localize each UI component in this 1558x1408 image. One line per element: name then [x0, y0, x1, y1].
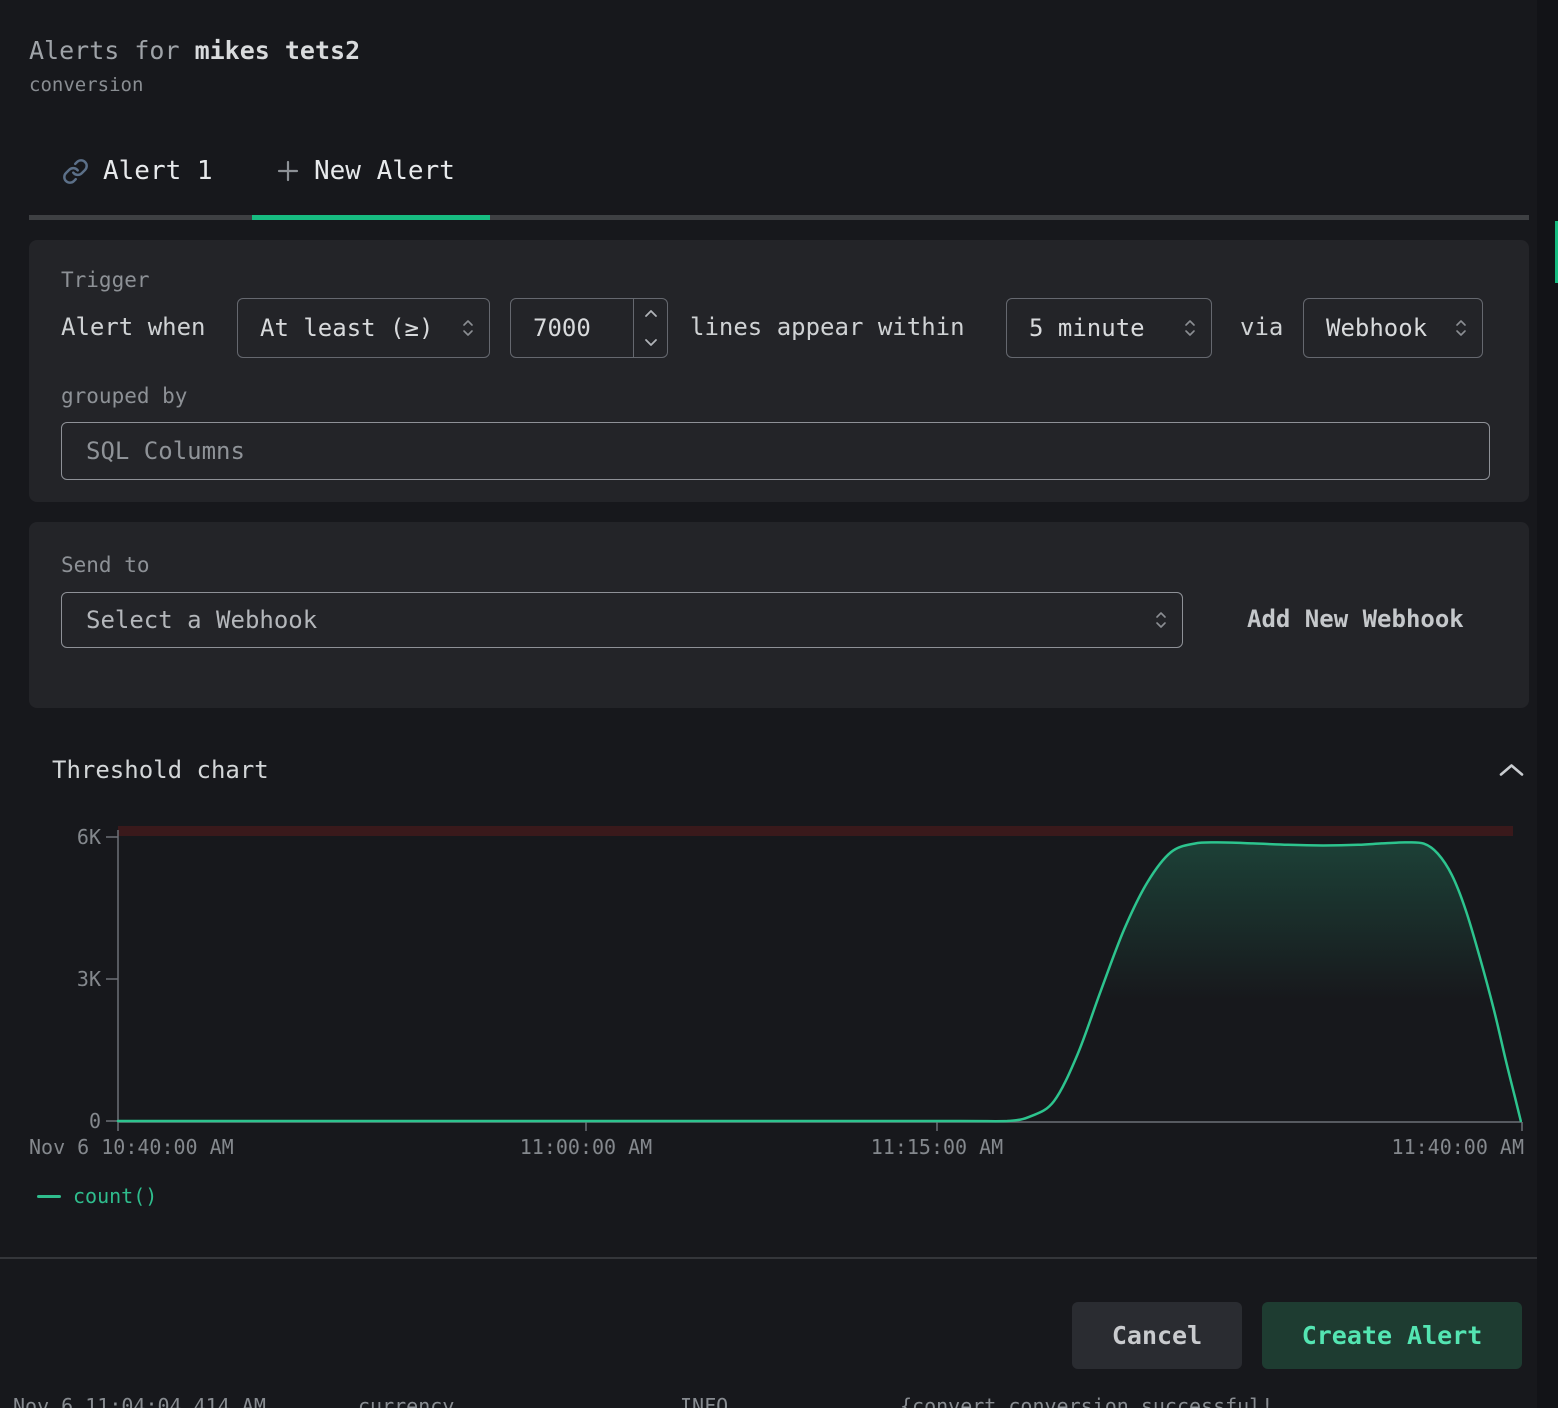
- stepper-up-icon[interactable]: [643, 308, 659, 319]
- create-alert-button[interactable]: Create Alert: [1262, 1302, 1522, 1369]
- window-select-value: 5 minute: [1029, 314, 1145, 342]
- threshold-chart: 0 3K 6K Nov 6 10:40:00 AM 11:00:00 AM 11:15:0…: [0, 810, 1558, 1230]
- x-tick-label: 11:00:00 AM: [520, 1135, 652, 1159]
- log-timestamp: Nov 6 11:04:04.414 AM: [13, 1394, 266, 1408]
- x-tick-label: Nov 6 10:40:00 AM: [29, 1135, 234, 1159]
- chart-legend: count(): [37, 1184, 157, 1208]
- page-subtitle: conversion: [29, 74, 143, 96]
- alert-modal: Alerts for mikes tets2 conversion Alert …: [0, 0, 1558, 1408]
- y-tick-label: 0: [89, 1109, 101, 1133]
- project-name: mikes tets2: [195, 36, 361, 65]
- page-title-prefix: Alerts for: [29, 36, 195, 65]
- condition-select-value: At least (≥): [260, 314, 433, 342]
- threshold-input-value: 7000: [511, 314, 633, 342]
- tab-alert-1-label: Alert 1: [103, 156, 213, 186]
- plus-icon: [276, 159, 300, 183]
- log-column: currency: [358, 1394, 454, 1408]
- trigger-panel: Trigger Alert when At least (≥) 7000 lin…: [29, 240, 1529, 502]
- via-text: via: [1240, 313, 1283, 341]
- within-text: lines appear within: [690, 313, 965, 341]
- legend-series-label: count(): [73, 1184, 157, 1208]
- y-tick-label: 3K: [77, 967, 101, 991]
- tab-new-alert-label: New Alert: [314, 156, 455, 186]
- legend-series-dash: [37, 1195, 61, 1198]
- tab-underline-active: [252, 215, 490, 220]
- x-tick-label: 11:15:00 AM: [871, 1135, 1003, 1159]
- webhook-select[interactable]: Select a Webhook: [61, 592, 1183, 648]
- x-tick-label: 11:40:00 AM: [1392, 1135, 1524, 1159]
- log-level: INFO: [680, 1394, 728, 1408]
- threshold-band: [118, 826, 1513, 836]
- grouped-by-input[interactable]: [61, 422, 1490, 480]
- page-background-strip: [1537, 0, 1558, 1408]
- threshold-stepper[interactable]: [633, 299, 667, 357]
- count-series-area: [118, 842, 1521, 1121]
- chevron-updown-icon: [461, 316, 475, 340]
- cancel-button[interactable]: Cancel: [1072, 1302, 1242, 1369]
- log-message: {convert conversion successful!: [900, 1394, 1273, 1408]
- threshold-input[interactable]: 7000: [510, 298, 668, 358]
- condition-select[interactable]: At least (≥): [237, 298, 490, 358]
- add-new-webhook-button[interactable]: Add New Webhook: [1241, 604, 1470, 634]
- send-to-label: Send to: [61, 553, 150, 577]
- tab-alert-1[interactable]: Alert 1: [62, 156, 213, 186]
- webhook-select-value: Select a Webhook: [86, 606, 317, 634]
- channel-select-value: Webhook: [1326, 314, 1427, 342]
- stepper-down-icon[interactable]: [643, 337, 659, 348]
- trigger-label: Trigger: [61, 268, 150, 292]
- chevron-updown-icon: [1154, 608, 1168, 632]
- grouped-by-label: grouped by: [61, 384, 187, 408]
- tab-new-alert[interactable]: New Alert: [276, 156, 455, 186]
- chevron-up-icon[interactable]: [1496, 761, 1527, 780]
- page-title: Alerts for mikes tets2: [29, 36, 360, 65]
- channel-select[interactable]: Webhook: [1303, 298, 1483, 358]
- alert-when-text: Alert when: [61, 313, 206, 341]
- send-to-panel: Send to Select a Webhook Add New Webhook: [29, 522, 1529, 708]
- background-log-row: Nov 6 11:04:04.414 AM currency INFO {con…: [0, 1394, 1537, 1408]
- chevron-updown-icon: [1183, 316, 1197, 340]
- window-select[interactable]: 5 minute: [1006, 298, 1212, 358]
- y-tick-label: 6K: [77, 825, 101, 849]
- threshold-chart-title: Threshold chart: [52, 756, 269, 784]
- chevron-updown-icon: [1454, 316, 1468, 340]
- footer-divider: [0, 1257, 1537, 1259]
- link-icon: [62, 158, 89, 185]
